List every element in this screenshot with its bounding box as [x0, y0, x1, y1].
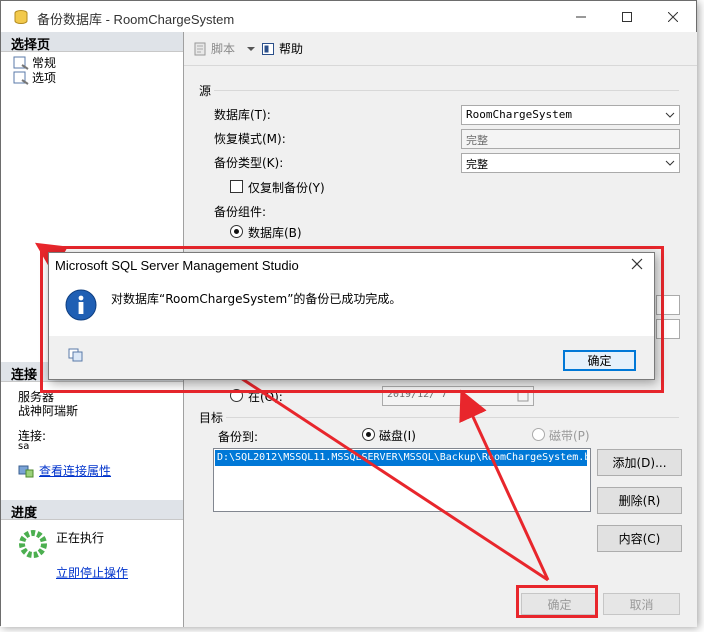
- close-icon[interactable]: [630, 257, 644, 271]
- dialog-footer: 确定: [49, 336, 654, 379]
- dialog-ok-button[interactable]: 确定: [563, 350, 636, 371]
- information-icon: [65, 289, 97, 321]
- dialog-message: 对数据库“RoomChargeSystem”的备份已成功完成。: [111, 292, 402, 306]
- success-message-dialog: Microsoft SQL Server Management Studio 对…: [48, 252, 655, 380]
- dialog-title: Microsoft SQL Server Management Studio: [55, 258, 299, 273]
- copy-icon[interactable]: [68, 348, 84, 362]
